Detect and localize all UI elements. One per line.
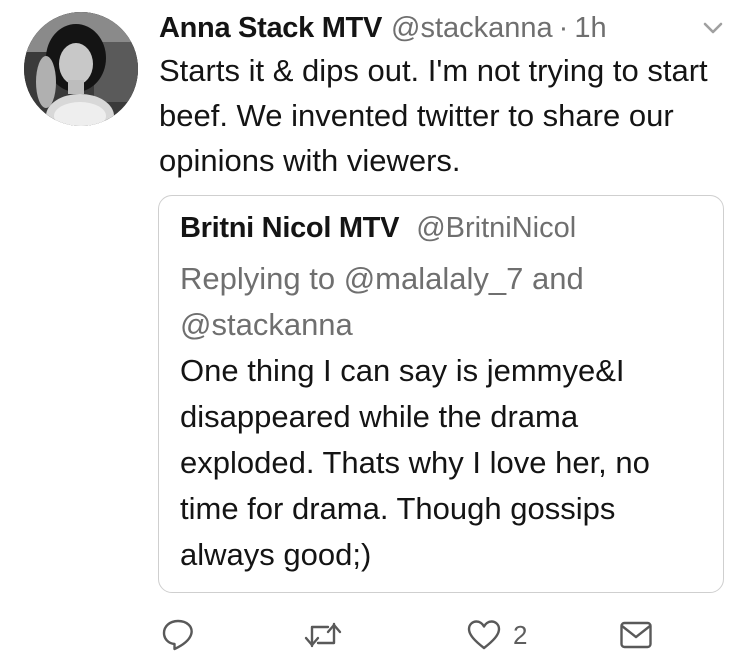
retweet-button[interactable]	[303, 618, 343, 652]
separator-dot: ·	[558, 12, 569, 44]
direct-message-button[interactable]	[619, 618, 653, 652]
quoted-tweet-header: Britni Nicol MTV @BritniNicol	[180, 208, 576, 248]
reply-icon	[162, 619, 193, 651]
tweet-timestamp[interactable]: 1h	[574, 8, 606, 48]
quoted-author-handle: @BritniNicol	[416, 212, 577, 244]
like-count: 2	[513, 619, 528, 650]
envelope-icon	[620, 621, 652, 649]
like-button[interactable]: 2	[467, 618, 527, 652]
quoted-replying-to: Replying to @malalaly_7 and @stackanna	[180, 261, 584, 342]
retweet-icon	[304, 622, 342, 648]
author-handle[interactable]: @stackanna	[391, 8, 553, 48]
tweet-text: Starts it & dips out. I'm not trying to …	[159, 53, 708, 178]
chevron-down-icon[interactable]	[702, 20, 724, 36]
quoted-tweet[interactable]: Britni Nicol MTV @BritniNicol Replying t…	[158, 195, 724, 593]
avatar[interactable]	[24, 12, 138, 126]
heart-icon	[467, 620, 501, 650]
author-name[interactable]: Anna Stack MTV	[159, 8, 382, 48]
tweet-header: Anna Stack MTV @stackanna · 1h	[159, 8, 607, 48]
quoted-author-name: Britni Nicol MTV	[180, 212, 400, 244]
reply-button[interactable]	[161, 618, 195, 652]
quoted-tweet-text: One thing I can say is jemmye&I disappea…	[180, 353, 650, 572]
